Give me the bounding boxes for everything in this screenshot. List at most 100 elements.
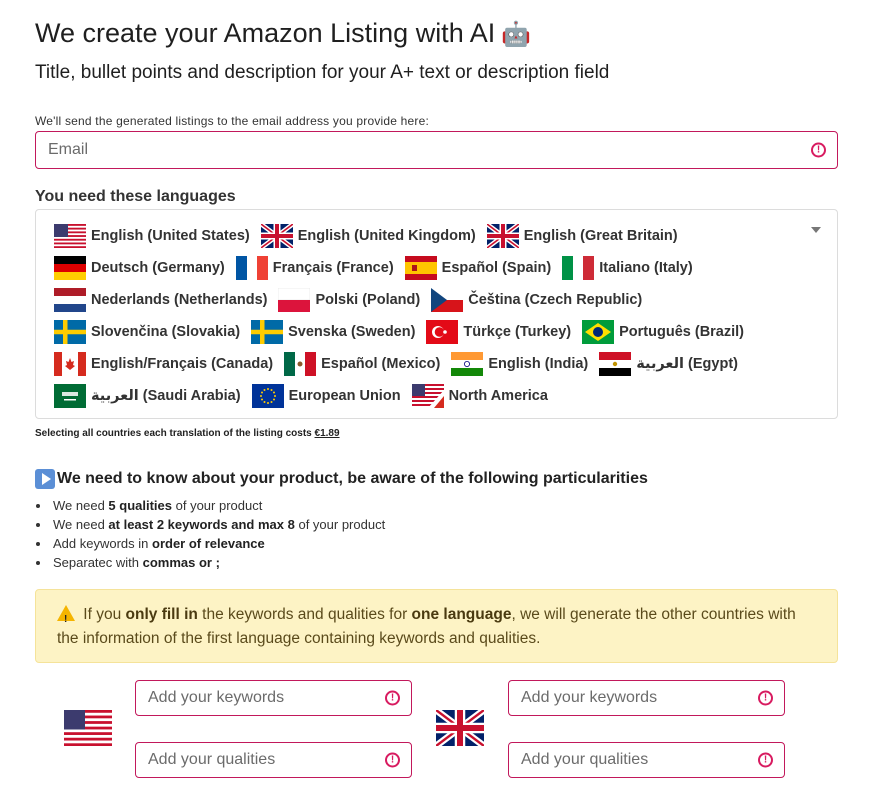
uk-keywords-wrapper: ! [508, 680, 785, 716]
language-option-label: North America [448, 388, 548, 404]
language-option[interactable]: Italiano (Italy) [562, 256, 693, 280]
language-row: Nederlands (Netherlands) Polski (Poland) Č… [54, 284, 755, 316]
language-option[interactable]: Polski (Poland) [278, 288, 420, 312]
cost-price: €1.89 [314, 428, 340, 439]
email-label: We'll send the generated listings to the… [35, 114, 430, 128]
language-option-label: Deutsch (Germany) [91, 260, 225, 276]
france-flag-icon [236, 256, 268, 280]
language-row: English/Français (Canada) Español (Mexico… [54, 348, 755, 380]
language-option-label: Español (Spain) [441, 260, 552, 276]
us-keywords-wrapper: ! [135, 680, 412, 716]
us-qualities-wrapper: ! [135, 742, 412, 778]
language-option-label: Slovenčina (Slovakia) [91, 324, 241, 340]
languages-select[interactable]: English (United States) English (United K… [35, 209, 838, 419]
uk-flag-icon [436, 710, 484, 746]
italy-flag-icon [562, 256, 594, 280]
language-option[interactable]: Português (Brazil) [582, 320, 744, 344]
email-field-wrapper: ! [35, 131, 838, 169]
alert-icon: ! [758, 690, 773, 706]
egypt-flag-icon [599, 352, 631, 376]
alert-icon: ! [758, 752, 773, 768]
saudi-flag-icon [54, 384, 86, 408]
language-option-label: Español (Mexico) [321, 356, 441, 372]
uk-flag-icon [261, 224, 293, 248]
language-option[interactable]: English/Français (Canada) [54, 352, 273, 376]
us-qualities-input[interactable] [136, 743, 411, 777]
alert-icon: ! [811, 142, 826, 158]
us-flag-icon [64, 710, 112, 746]
language-option[interactable]: Español (Spain) [405, 256, 552, 280]
uk-qualities-input[interactable] [509, 743, 784, 777]
india-flag-icon [451, 352, 483, 376]
language-option-label: Français (France) [272, 260, 394, 276]
language-option[interactable]: English (Great Britain) [487, 224, 678, 248]
uk-flag-icon [487, 224, 519, 248]
language-option-label: English (United States) [91, 228, 250, 244]
language-option-label: English (India) [488, 356, 589, 372]
warning-banner: If you only fill in the keywords and qua… [35, 589, 838, 663]
language-option[interactable]: English (United States) [54, 224, 250, 248]
language-option[interactable]: English (United Kingdom) [261, 224, 476, 248]
spain-flag-icon [405, 256, 437, 280]
czech-flag-icon [431, 288, 463, 312]
language-row: العربية (Saudi Arabia) European Union Nort… [54, 380, 755, 412]
language-option[interactable]: Français (France) [236, 256, 394, 280]
language-option[interactable]: Slovenčina (Slovakia) [54, 320, 240, 344]
language-option-label: Svenska (Sweden) [288, 324, 416, 340]
list-item: Separatec with commas or ; [35, 553, 385, 572]
language-option[interactable]: English (India) [451, 352, 588, 376]
language-option-label: العربية (Egypt) [636, 356, 738, 372]
language-option-label: English/Français (Canada) [91, 356, 274, 372]
language-option[interactable]: Svenska (Sweden) [251, 320, 415, 344]
page-subtitle: Title, bullet points and description for… [35, 62, 610, 83]
language-row: English (United States) English (United K… [54, 220, 755, 252]
language-option[interactable]: Türkçe (Turkey) [426, 320, 571, 344]
robot-icon: 🤖 [501, 21, 532, 48]
alert-icon: ! [385, 690, 400, 706]
language-option-label: Türkçe (Turkey) [463, 324, 572, 340]
language-option-label: Português (Brazil) [619, 324, 745, 340]
language-option-label: English (Great Britain) [523, 228, 678, 244]
language-option-label: Nederlands (Netherlands) [91, 292, 268, 308]
language-option-label: Polski (Poland) [315, 292, 421, 308]
language-option[interactable]: Nederlands (Netherlands) [54, 288, 267, 312]
page-title: We create your Amazon Listing with AI 🤖 [35, 18, 532, 48]
us-canada-flag-icon [412, 384, 444, 408]
eu-flag-icon [252, 384, 284, 408]
language-option-label: العربية (Saudi Arabia) [91, 388, 241, 404]
languages-label: You need these languages [35, 188, 236, 205]
play-icon [35, 469, 55, 489]
language-option-label: English (United Kingdom) [297, 228, 476, 244]
us-flag-icon [54, 224, 86, 248]
uk-keywords-input[interactable] [509, 681, 784, 715]
language-option[interactable]: Español (Mexico) [284, 352, 440, 376]
language-row: Slovenčina (Slovakia) Svenska (Sweden) Tür… [54, 316, 755, 348]
language-option[interactable]: European Union [252, 384, 401, 408]
alert-icon: ! [385, 752, 400, 768]
list-item: We need at least 2 keywords and max 8 of… [35, 515, 385, 534]
brazil-flag-icon [582, 320, 614, 344]
languages-list: English (United States) English (United K… [54, 220, 755, 412]
poland-flag-icon [278, 288, 310, 312]
language-row: Deutsch (Germany) Français (France) Españo… [54, 252, 755, 284]
email-field[interactable] [36, 132, 837, 168]
sweden-flag-icon [251, 320, 283, 344]
turkey-flag-icon [426, 320, 458, 344]
list-item: Add keywords in order of relevance [35, 534, 385, 553]
uk-qualities-wrapper: ! [508, 742, 785, 778]
netherlands-flag-icon [54, 288, 86, 312]
us-keywords-input[interactable] [136, 681, 411, 715]
list-item: We need 5 qualities of your product [35, 496, 385, 515]
warning-icon [57, 605, 75, 632]
language-option-label: European Union [288, 388, 401, 404]
mexico-flag-icon [284, 352, 316, 376]
language-option[interactable]: العربية (Saudi Arabia) [54, 384, 241, 408]
cost-note: Selecting all countries each translation… [35, 428, 340, 439]
chevron-down-icon[interactable] [811, 227, 821, 233]
language-option[interactable]: العربية (Egypt) [599, 352, 738, 376]
language-option-label: Italiano (Italy) [599, 260, 693, 276]
language-option[interactable]: Deutsch (Germany) [54, 256, 225, 280]
language-option[interactable]: North America [412, 384, 548, 408]
canada-flag-icon [54, 352, 86, 376]
language-option[interactable]: Čeština (Czech Republic) [431, 288, 642, 312]
